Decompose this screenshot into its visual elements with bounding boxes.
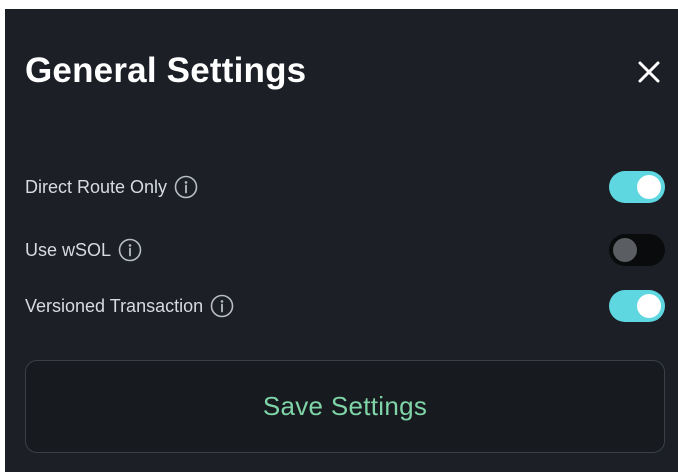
close-icon xyxy=(638,61,660,83)
dialog-title: General Settings xyxy=(25,51,307,90)
info-icon[interactable] xyxy=(174,175,198,199)
info-icon[interactable] xyxy=(210,294,234,318)
use-wsol-toggle[interactable] xyxy=(609,234,665,266)
toggle-knob xyxy=(637,294,661,318)
save-settings-label: Save Settings xyxy=(262,391,428,421)
direct-route-only-toggle[interactable] xyxy=(609,171,665,203)
save-settings-button[interactable]: Save Settings xyxy=(25,360,665,453)
setting-label: Use wSOL xyxy=(25,239,112,260)
setting-label: Versioned Transaction xyxy=(25,295,204,316)
toggle-knob xyxy=(637,175,661,199)
setting-row-use-wsol: Use wSOL xyxy=(25,233,665,267)
settings-dialog: General Settings Direct Route Only Use w… xyxy=(5,9,678,472)
setting-label: Direct Route Only xyxy=(25,176,168,197)
setting-row-versioned-transaction: Versioned Transaction xyxy=(25,289,665,323)
close-button[interactable] xyxy=(634,57,664,87)
setting-row-direct-route-only: Direct Route Only xyxy=(25,170,665,204)
toggle-knob xyxy=(613,238,637,262)
versioned-transaction-toggle[interactable] xyxy=(609,290,665,322)
info-icon[interactable] xyxy=(118,238,142,262)
